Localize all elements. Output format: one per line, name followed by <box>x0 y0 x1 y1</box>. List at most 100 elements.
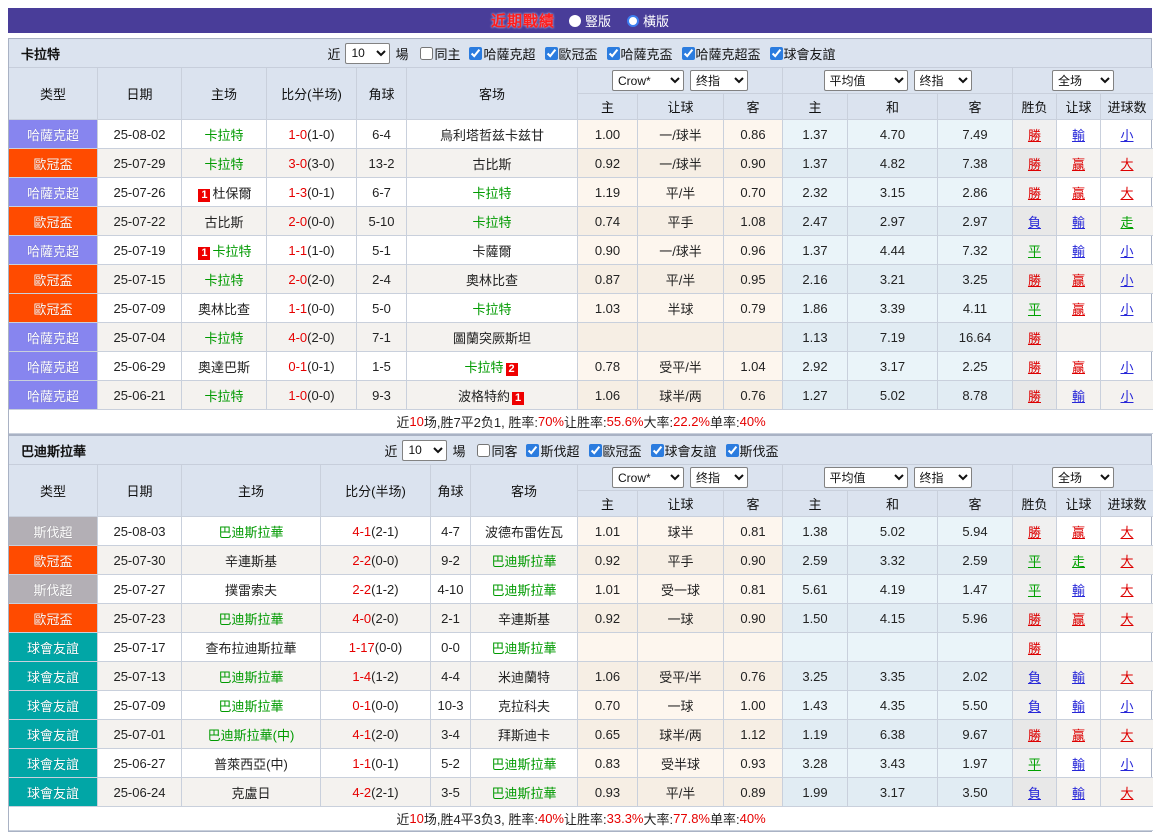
layout-option-0[interactable]: 豎版 <box>569 11 611 30</box>
result-handicap[interactable]: 輸 <box>1072 783 1085 802</box>
league-filter[interactable]: 球會友誼 <box>644 441 717 460</box>
layout-option-1[interactable]: 橫版 <box>627 11 669 30</box>
result-handicap[interactable]: 輸 <box>1072 386 1085 405</box>
result-handicap[interactable]: 輸 <box>1072 241 1085 260</box>
same-venue-checkbox[interactable] <box>420 47 433 60</box>
matches-count-select[interactable]: 10 <box>345 43 390 64</box>
result-winloss[interactable]: 負 <box>1028 212 1041 231</box>
result-handicap[interactable]: 赢 <box>1072 357 1085 376</box>
team-label: 奧林比查 <box>198 302 250 317</box>
result-goals[interactable]: 走 <box>1120 212 1133 231</box>
result-scope-select[interactable]: 全场 <box>1052 70 1114 91</box>
result-winloss[interactable]: 勝 <box>1028 386 1041 405</box>
result-winloss[interactable]: 負 <box>1028 696 1041 715</box>
result-winloss[interactable]: 平 <box>1028 754 1041 773</box>
result-handicap[interactable]: 走 <box>1072 551 1085 570</box>
result-goals[interactable]: 小 <box>1120 754 1133 773</box>
result-goals[interactable]: 大 <box>1120 783 1133 802</box>
result-winloss[interactable]: 勝 <box>1028 638 1041 657</box>
avg-home: 2.92 <box>783 352 848 381</box>
league-filter-checkbox[interactable] <box>726 444 739 457</box>
league-filter-checkbox[interactable] <box>682 47 695 60</box>
result-winloss[interactable]: 勝 <box>1028 125 1041 144</box>
result-winloss[interactable]: 勝 <box>1028 270 1041 289</box>
summary-line: 近10场,胜7平2负1, 胜率:70% 让胜率:55.6% 大率:22.2% 单… <box>9 410 1153 434</box>
same-venue-filter[interactable]: 同客 <box>470 441 517 460</box>
result-goals[interactable]: 大 <box>1120 667 1133 686</box>
result-goals[interactable]: 大 <box>1120 580 1133 599</box>
result-handicap[interactable]: 輸 <box>1072 696 1085 715</box>
league-filter-checkbox[interactable] <box>469 47 482 60</box>
odds-stage-select[interactable]: 终指 <box>690 70 748 91</box>
result-goals[interactable]: 大 <box>1120 154 1133 173</box>
result-winloss[interactable]: 勝 <box>1028 609 1041 628</box>
result-winloss[interactable]: 平 <box>1028 299 1041 318</box>
result-handicap[interactable]: 赢 <box>1072 183 1085 202</box>
result-winloss[interactable]: 勝 <box>1028 183 1041 202</box>
result-winloss[interactable]: 負 <box>1028 667 1041 686</box>
league-filter[interactable]: 歐冠盃 <box>538 44 598 63</box>
result-goals[interactable]: 小 <box>1120 696 1133 715</box>
result-goals[interactable]: 大 <box>1120 551 1133 570</box>
result-handicap[interactable]: 赢 <box>1072 725 1085 744</box>
result-goals[interactable]: 小 <box>1120 125 1133 144</box>
result-winloss-cell: 勝 <box>1013 120 1057 149</box>
result-goals[interactable]: 大 <box>1120 725 1133 744</box>
league-filter[interactable]: 哈薩克超 <box>462 44 535 63</box>
league-filter-checkbox[interactable] <box>545 47 558 60</box>
league-filter[interactable]: 斯伐超 <box>519 441 579 460</box>
result-winloss[interactable]: 勝 <box>1028 328 1041 347</box>
league-filter-checkbox[interactable] <box>651 444 664 457</box>
league-filter-checkbox[interactable] <box>526 444 539 457</box>
result-handicap[interactable]: 赢 <box>1072 270 1085 289</box>
layout-radio[interactable] <box>627 15 639 27</box>
result-handicap[interactable]: 輸 <box>1072 754 1085 773</box>
result-handicap[interactable]: 赢 <box>1072 609 1085 628</box>
result-handicap[interactable]: 輸 <box>1072 667 1085 686</box>
result-winloss[interactable]: 勝 <box>1028 725 1041 744</box>
odds-company-select[interactable]: Crow* <box>612 467 684 488</box>
result-winloss[interactable]: 勝 <box>1028 357 1041 376</box>
avg-odds-select[interactable]: 平均值 <box>824 70 908 91</box>
result-winloss[interactable]: 平 <box>1028 580 1041 599</box>
league-filter[interactable]: 球會友誼 <box>763 44 836 63</box>
league-filter[interactable]: 哈薩克超盃 <box>675 44 761 63</box>
result-winloss[interactable]: 勝 <box>1028 522 1041 541</box>
layout-radio[interactable] <box>569 15 581 27</box>
team-label: 卡拉特 <box>472 302 511 317</box>
league-filter[interactable]: 斯伐盃 <box>719 441 779 460</box>
odds-company-select[interactable]: Crow* <box>612 70 684 91</box>
result-goals[interactable]: 小 <box>1120 270 1133 289</box>
result-goals[interactable]: 大 <box>1120 183 1133 202</box>
result-handicap[interactable]: 赢 <box>1072 154 1085 173</box>
league-filter-checkbox[interactable] <box>589 444 602 457</box>
league-filter-checkbox[interactable] <box>607 47 620 60</box>
result-handicap[interactable]: 輸 <box>1072 580 1085 599</box>
result-winloss[interactable]: 負 <box>1028 783 1041 802</box>
league-filter-checkbox[interactable] <box>770 47 783 60</box>
result-handicap[interactable]: 輸 <box>1072 212 1085 231</box>
result-winloss[interactable]: 平 <box>1028 551 1041 570</box>
result-scope-select[interactable]: 全场 <box>1052 467 1114 488</box>
result-handicap[interactable]: 輸 <box>1072 125 1085 144</box>
odds-stage-select[interactable]: 终指 <box>690 467 748 488</box>
avg-stage-select[interactable]: 终指 <box>914 467 972 488</box>
result-winloss[interactable]: 平 <box>1028 241 1041 260</box>
result-winloss[interactable]: 勝 <box>1028 154 1041 173</box>
result-handicap[interactable]: 赢 <box>1072 299 1085 318</box>
matches-count-select[interactable]: 10 <box>402 440 447 461</box>
league-filter[interactable]: 歐冠盃 <box>582 441 642 460</box>
result-goals[interactable]: 大 <box>1120 609 1133 628</box>
league-filter[interactable]: 哈薩克盃 <box>600 44 673 63</box>
team-label: 奧達巴斯 <box>198 360 250 375</box>
result-goals[interactable]: 小 <box>1120 357 1133 376</box>
result-goals[interactable]: 小 <box>1120 299 1133 318</box>
avg-stage-select[interactable]: 终指 <box>914 70 972 91</box>
result-handicap[interactable]: 赢 <box>1072 522 1085 541</box>
same-venue-checkbox[interactable] <box>477 444 490 457</box>
avg-odds-select[interactable]: 平均值 <box>824 467 908 488</box>
same-venue-filter[interactable]: 同主 <box>413 44 460 63</box>
result-goals[interactable]: 大 <box>1120 522 1133 541</box>
result-goals[interactable]: 小 <box>1120 241 1133 260</box>
result-goals[interactable]: 小 <box>1120 386 1133 405</box>
